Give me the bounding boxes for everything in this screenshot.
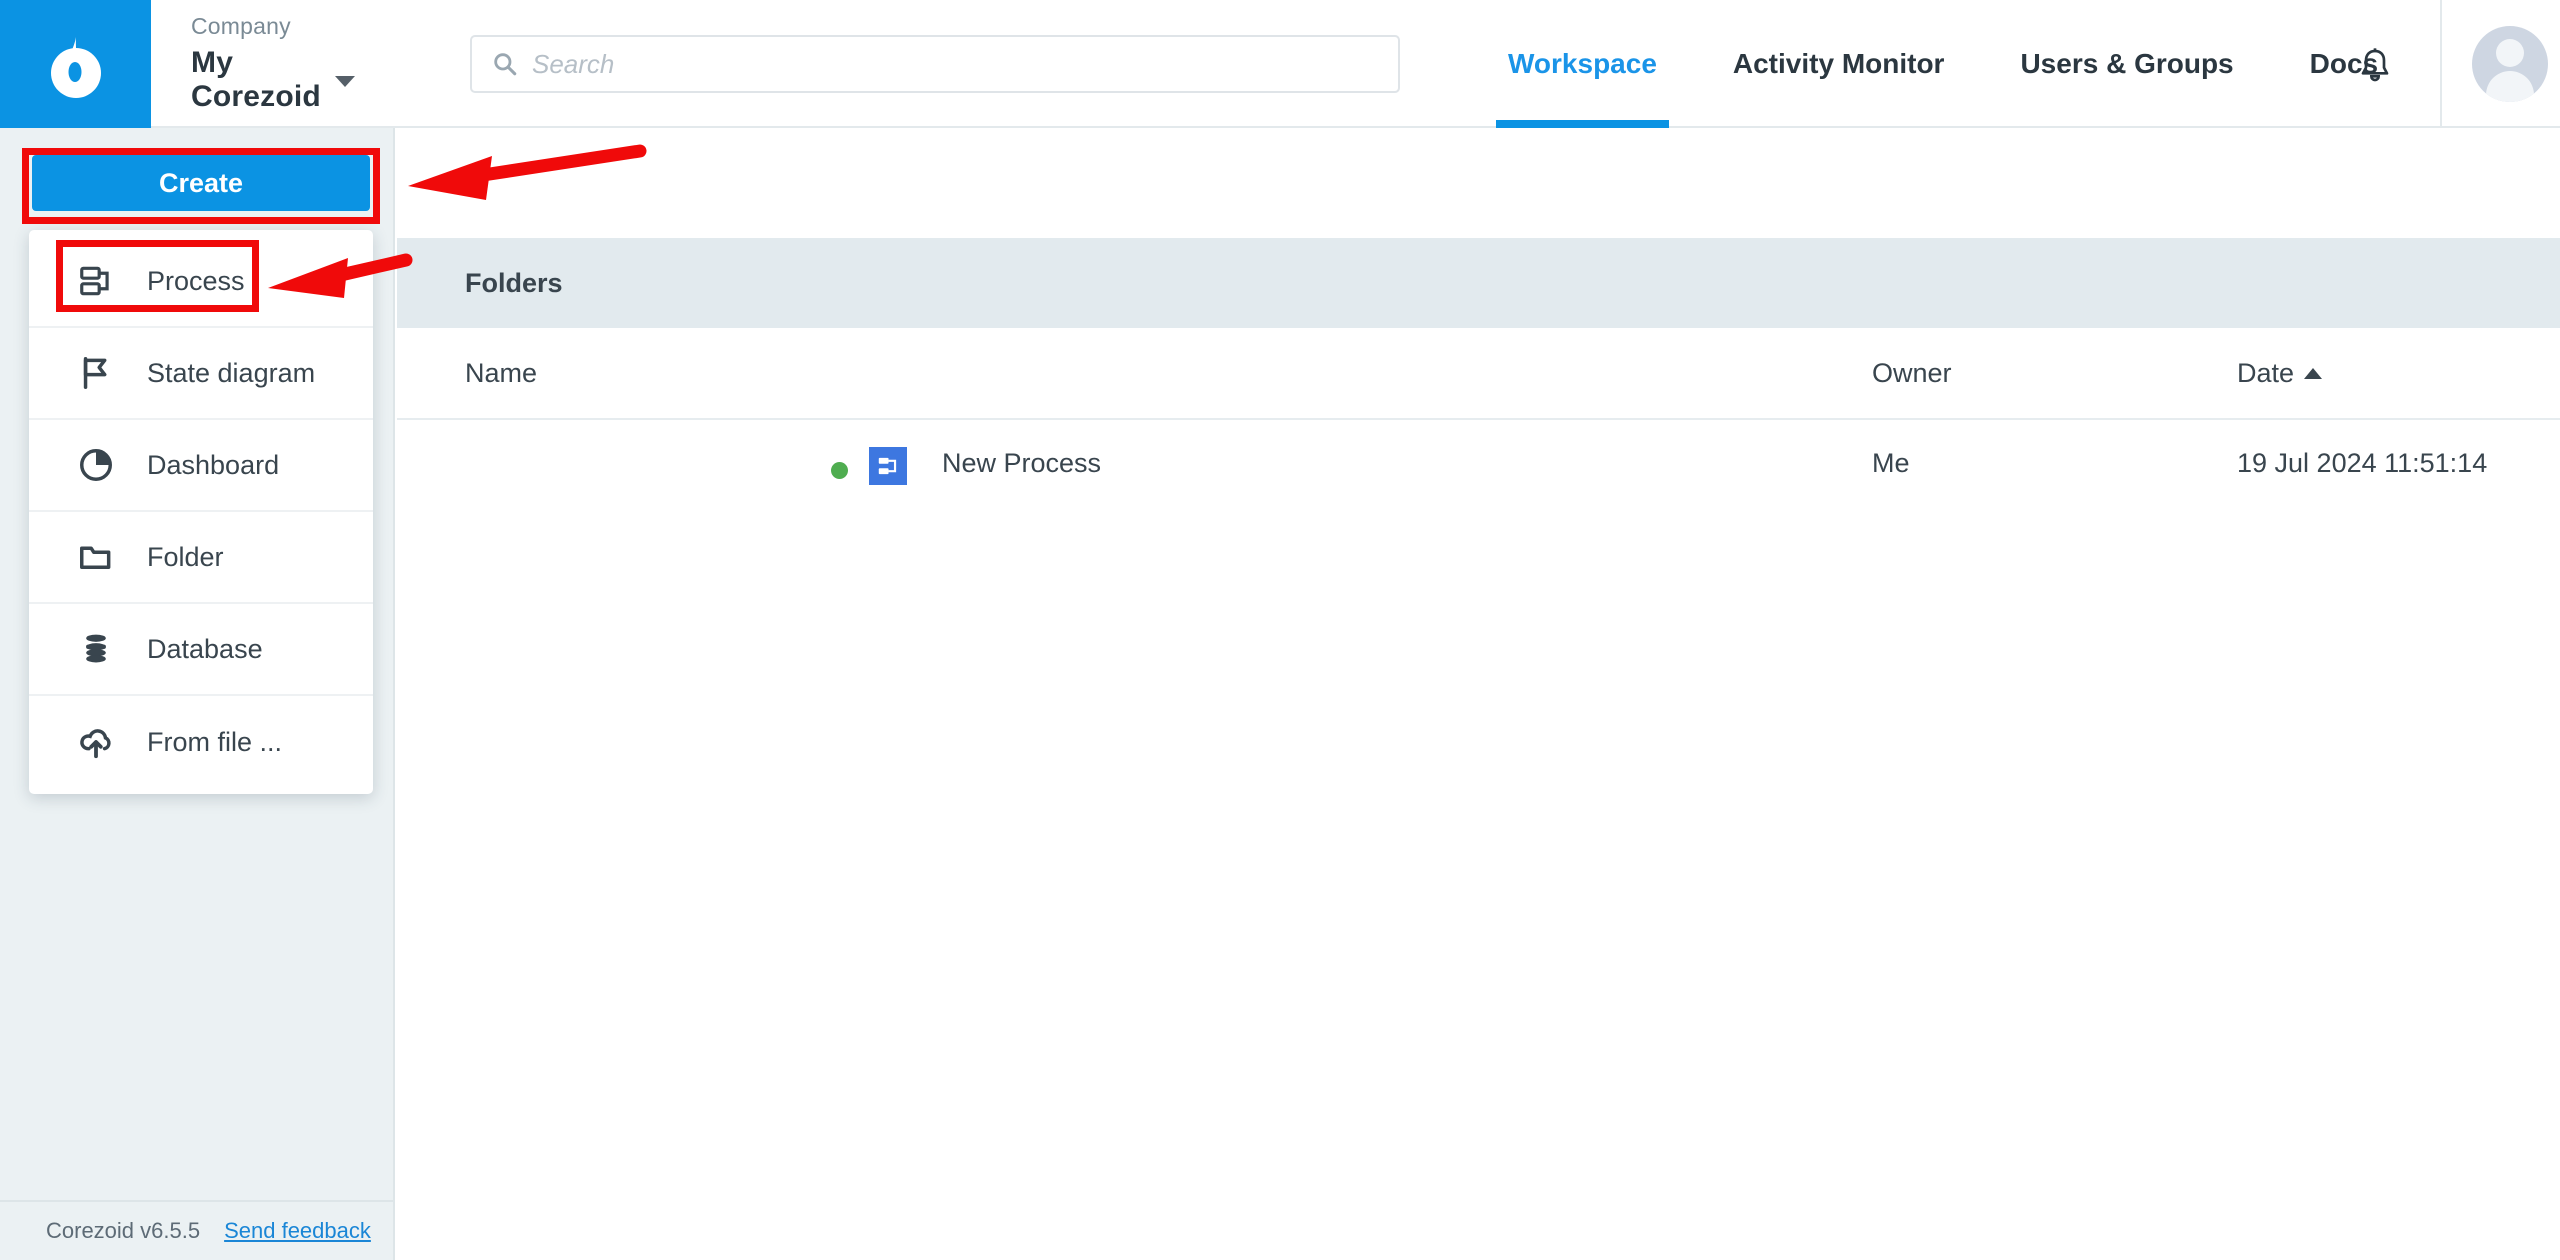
annotation-arrow-to-process-icon <box>268 253 413 298</box>
app-root: Company My Corezoid Search Workspace Act… <box>0 0 2560 1260</box>
annotation-arrow-to-create-icon <box>408 144 647 200</box>
annotation-arrows <box>268 144 647 298</box>
